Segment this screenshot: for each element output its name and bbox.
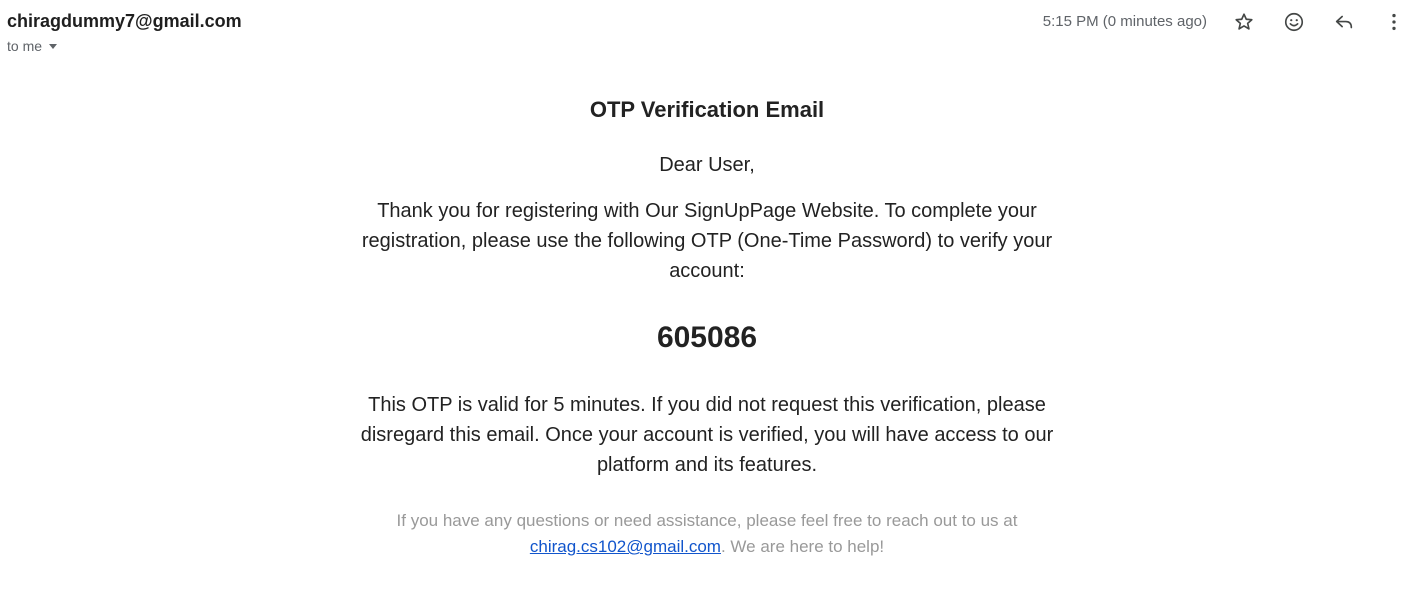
reply-button[interactable] xyxy=(1328,6,1360,38)
email-title: OTP Verification Email xyxy=(589,97,825,122)
footer-text-end: . We are here to help! xyxy=(720,537,885,556)
footer-note: If you have any questions or need assist… xyxy=(352,508,1062,560)
support-email-link[interactable]: chirag.cs102@gmail.com xyxy=(530,537,721,556)
caret-down-icon xyxy=(46,39,60,53)
footer-text: If you have any questions or need assist… xyxy=(396,511,1018,530)
more-options-button[interactable] xyxy=(1378,6,1402,38)
sender-email[interactable]: chiragdummy7@gmail.com xyxy=(7,11,242,32)
email-header: chiragdummy7@gmail.com to me 5:15 PM (0 … xyxy=(0,0,1402,60)
intro-paragraph: Thank you for registering with Our SignU… xyxy=(361,200,1053,282)
otp-code: 605086 xyxy=(656,321,758,354)
reply-icon xyxy=(1335,15,1353,29)
email-body: OTP Verification Email Dear User, Thank … xyxy=(352,92,1062,560)
validity-paragraph: This OTP is valid for 5 minutes. If you … xyxy=(360,394,1054,476)
greeting: Dear User, xyxy=(659,154,755,176)
emoji-icon xyxy=(1284,12,1304,32)
more-vert-icon xyxy=(1392,13,1396,31)
star-icon xyxy=(1235,13,1253,30)
email-timestamp: 5:15 PM (0 minutes ago) xyxy=(1042,13,1207,30)
recipient-label: to me xyxy=(7,38,43,54)
add-reaction-button[interactable] xyxy=(1278,6,1310,38)
recipient-details-toggle[interactable]: to me xyxy=(7,38,60,54)
star-button[interactable] xyxy=(1228,6,1260,38)
